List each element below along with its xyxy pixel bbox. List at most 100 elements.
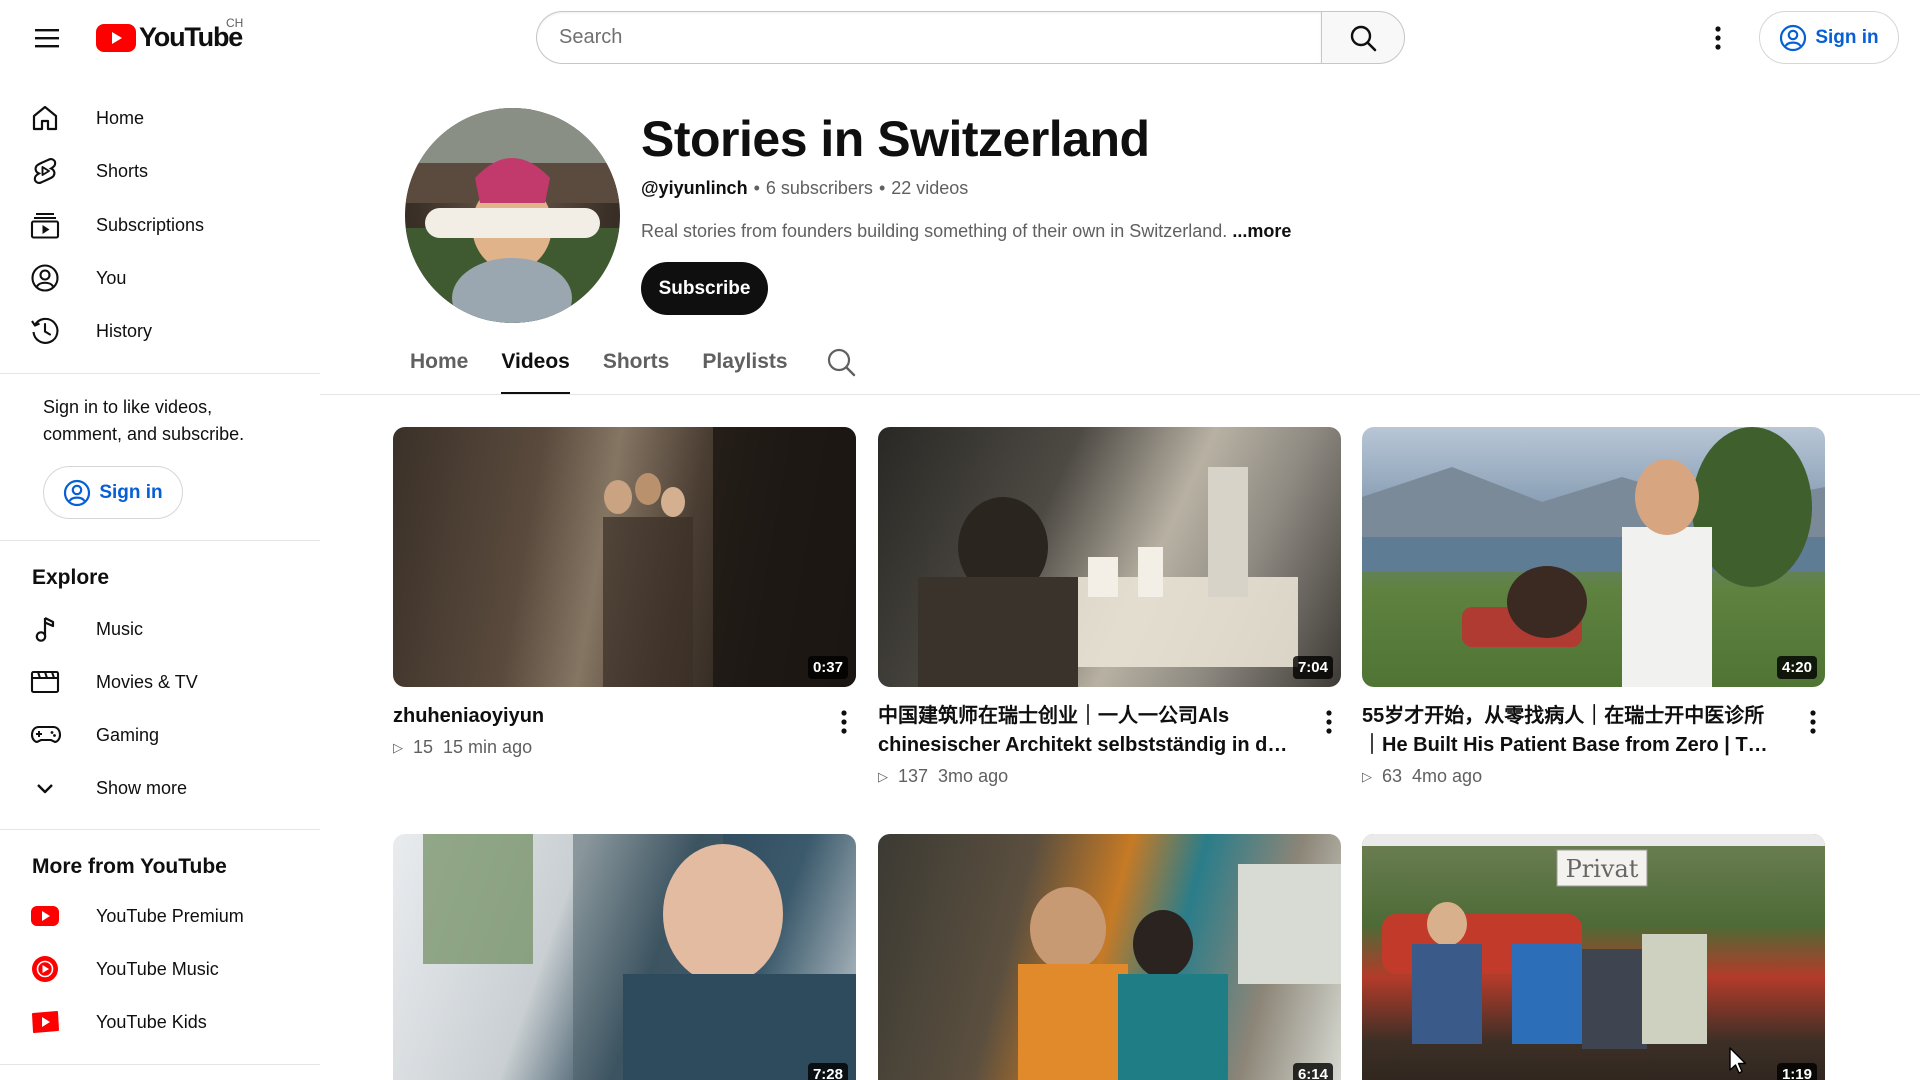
video-meta: ▷ 137 3mo ago — [878, 766, 1008, 787]
sidebar-item-label: Movies & TV — [96, 671, 198, 692]
video-views: 137 — [898, 766, 929, 786]
tab-videos[interactable]: Videos — [501, 340, 571, 395]
tab-playlists[interactable]: Playlists — [702, 340, 787, 395]
chevron-down-icon — [18, 763, 78, 813]
channel-search-icon[interactable] — [826, 347, 856, 382]
video-thumbnail[interactable]: 0:37 — [393, 427, 856, 687]
video-thumbnail[interactable]: Privat 1:19 — [1362, 834, 1825, 1080]
channel-description-text: Real stories from founders building some… — [641, 221, 1228, 241]
video-card[interactable]: 7:28 — [393, 834, 856, 1080]
video-title[interactable]: 中国建筑师在瑞士创业｜一人一公司Als chinesischer Archite… — [878, 702, 1298, 760]
sidebar-item-label: Show more — [96, 777, 188, 798]
sidebar-item-you[interactable]: You — [18, 253, 308, 303]
sidebar-item-subscriptions[interactable]: Subscriptions — [18, 200, 308, 250]
sidebar-item-youtube-kids[interactable]: YouTube Kids — [18, 997, 308, 1047]
channel-title: Stories in Switzerland — [641, 111, 1150, 167]
video-card[interactable]: 6:14 — [878, 834, 1341, 1080]
sidebar-item-show-more[interactable]: Show more — [18, 763, 308, 813]
home-icon — [18, 93, 78, 143]
views-play-icon: ▷ — [1362, 768, 1372, 784]
sidebar-item-label: YouTube Music — [96, 958, 219, 979]
sidebar-item-label: Subscriptions — [96, 214, 205, 235]
more-link[interactable]: ...more — [1232, 221, 1291, 241]
video-menu-icon[interactable] — [832, 707, 856, 737]
tab-home[interactable]: Home — [410, 340, 468, 395]
video-thumbnail[interactable]: 6:14 — [878, 834, 1341, 1080]
sidebar-item-label: You — [96, 267, 127, 288]
video-age: 4mo ago — [1412, 766, 1483, 786]
account-icon — [1780, 24, 1807, 51]
channel-meta: @yiyunlinch • 6 subscribers • 22 videos — [641, 178, 968, 199]
video-meta: ▷ 15 15 min ago — [393, 737, 532, 758]
movies-icon — [18, 657, 78, 707]
sidebar-sign-in-button[interactable]: Sign in — [43, 466, 183, 519]
channel-avatar[interactable] — [405, 108, 620, 323]
search-bar — [536, 11, 1405, 64]
search-input[interactable] — [536, 11, 1321, 64]
menu-icon[interactable] — [24, 14, 72, 62]
youtube-premium-icon — [18, 891, 78, 941]
sign-in-button[interactable]: Sign in — [1759, 11, 1899, 64]
sidebar-divider — [0, 373, 320, 374]
tab-shorts[interactable]: Shorts — [603, 340, 670, 395]
privat-sign-text: Privat — [1566, 855, 1639, 883]
sidebar-divider — [0, 1064, 320, 1065]
sign-in-label: Sign in — [1815, 26, 1879, 48]
country-code: CH — [226, 16, 244, 30]
sidebar-item-label: YouTube Premium — [96, 905, 244, 926]
sidebar-item-label: History — [96, 320, 153, 341]
sidebar-item-music[interactable]: Music — [18, 604, 308, 654]
video-duration: 0:37 — [807, 656, 848, 679]
mouse-cursor-icon — [1729, 1047, 1747, 1074]
sidebar: Home Shorts Subscriptions You History Si… — [0, 76, 320, 1080]
thumbnail-image — [1018, 864, 1341, 1080]
video-duration: 1:19 — [1776, 1063, 1817, 1080]
thumbnail-image — [1362, 427, 1825, 687]
sidebar-item-youtube-music[interactable]: YouTube Music — [18, 944, 308, 994]
youtube-logo[interactable]: YouTube CH — [96, 16, 243, 53]
account-icon — [64, 479, 91, 506]
history-icon — [18, 306, 78, 356]
sidebar-item-label: Shorts — [96, 160, 149, 181]
search-button[interactable] — [1321, 11, 1405, 64]
thumbnail-image: Privat — [1362, 834, 1825, 1049]
sidebar-item-home[interactable]: Home — [18, 93, 308, 143]
video-views: 15 — [413, 737, 434, 757]
sidebar-item-shorts[interactable]: Shorts — [18, 146, 308, 196]
video-duration: 6:14 — [1292, 1063, 1333, 1080]
video-title[interactable]: 55岁才开始，从零找病人｜在瑞士开中医诊所｜He Built His Patie… — [1362, 702, 1782, 760]
tabs-divider — [320, 394, 1920, 395]
video-thumbnail[interactable]: 7:28 — [393, 834, 856, 1080]
video-card[interactable]: 0:37 zhuheniaoyiyun ▷ 15 15 min ago — [393, 427, 856, 757]
video-duration: 7:28 — [807, 1063, 848, 1080]
subscribe-button[interactable]: Subscribe — [641, 262, 768, 315]
video-menu-icon[interactable] — [1801, 707, 1825, 737]
sign-in-message: Sign in to like videos, comment, and sub… — [43, 397, 245, 444]
sidebar-item-youtube-premium[interactable]: YouTube Premium — [18, 891, 308, 941]
video-age: 3mo ago — [938, 766, 1009, 786]
sidebar-item-label: Music — [96, 618, 144, 639]
channel-description[interactable]: Real stories from founders building some… — [641, 221, 1291, 242]
sidebar-item-movies-tv[interactable]: Movies & TV — [18, 657, 308, 707]
video-thumbnail[interactable]: 7:04 — [878, 427, 1341, 687]
sidebar-item-history[interactable]: History — [18, 306, 308, 356]
meta-separator: • — [753, 178, 760, 198]
more-from-youtube-heading: More from YouTube — [32, 855, 227, 878]
sidebar-item-gaming[interactable]: Gaming — [18, 710, 308, 760]
video-thumbnail[interactable]: 4:20 — [1362, 427, 1825, 687]
settings-menu-icon[interactable] — [1698, 18, 1738, 58]
video-card[interactable]: 4:20 55岁才开始，从零找病人｜在瑞士开中医诊所｜He Built His … — [1362, 427, 1825, 786]
views-play-icon: ▷ — [878, 768, 888, 784]
channel-handle: @yiyunlinch — [641, 178, 748, 198]
sidebar-item-label: Gaming — [96, 724, 160, 745]
video-card[interactable]: Privat 1:19 — [1362, 834, 1825, 1080]
thumbnail-image — [603, 427, 856, 687]
avatar-image — [405, 108, 620, 323]
video-count: 22 videos — [891, 178, 969, 198]
video-card[interactable]: 7:04 中国建筑师在瑞士创业｜一人一公司Als chinesischer Ar… — [878, 427, 1341, 786]
video-menu-icon[interactable] — [1317, 707, 1341, 737]
sidebar-divider — [0, 829, 320, 830]
explore-heading: Explore — [32, 566, 110, 589]
video-title[interactable]: zhuheniaoyiyun — [393, 702, 813, 731]
sidebar-item-label: Home — [96, 107, 145, 128]
